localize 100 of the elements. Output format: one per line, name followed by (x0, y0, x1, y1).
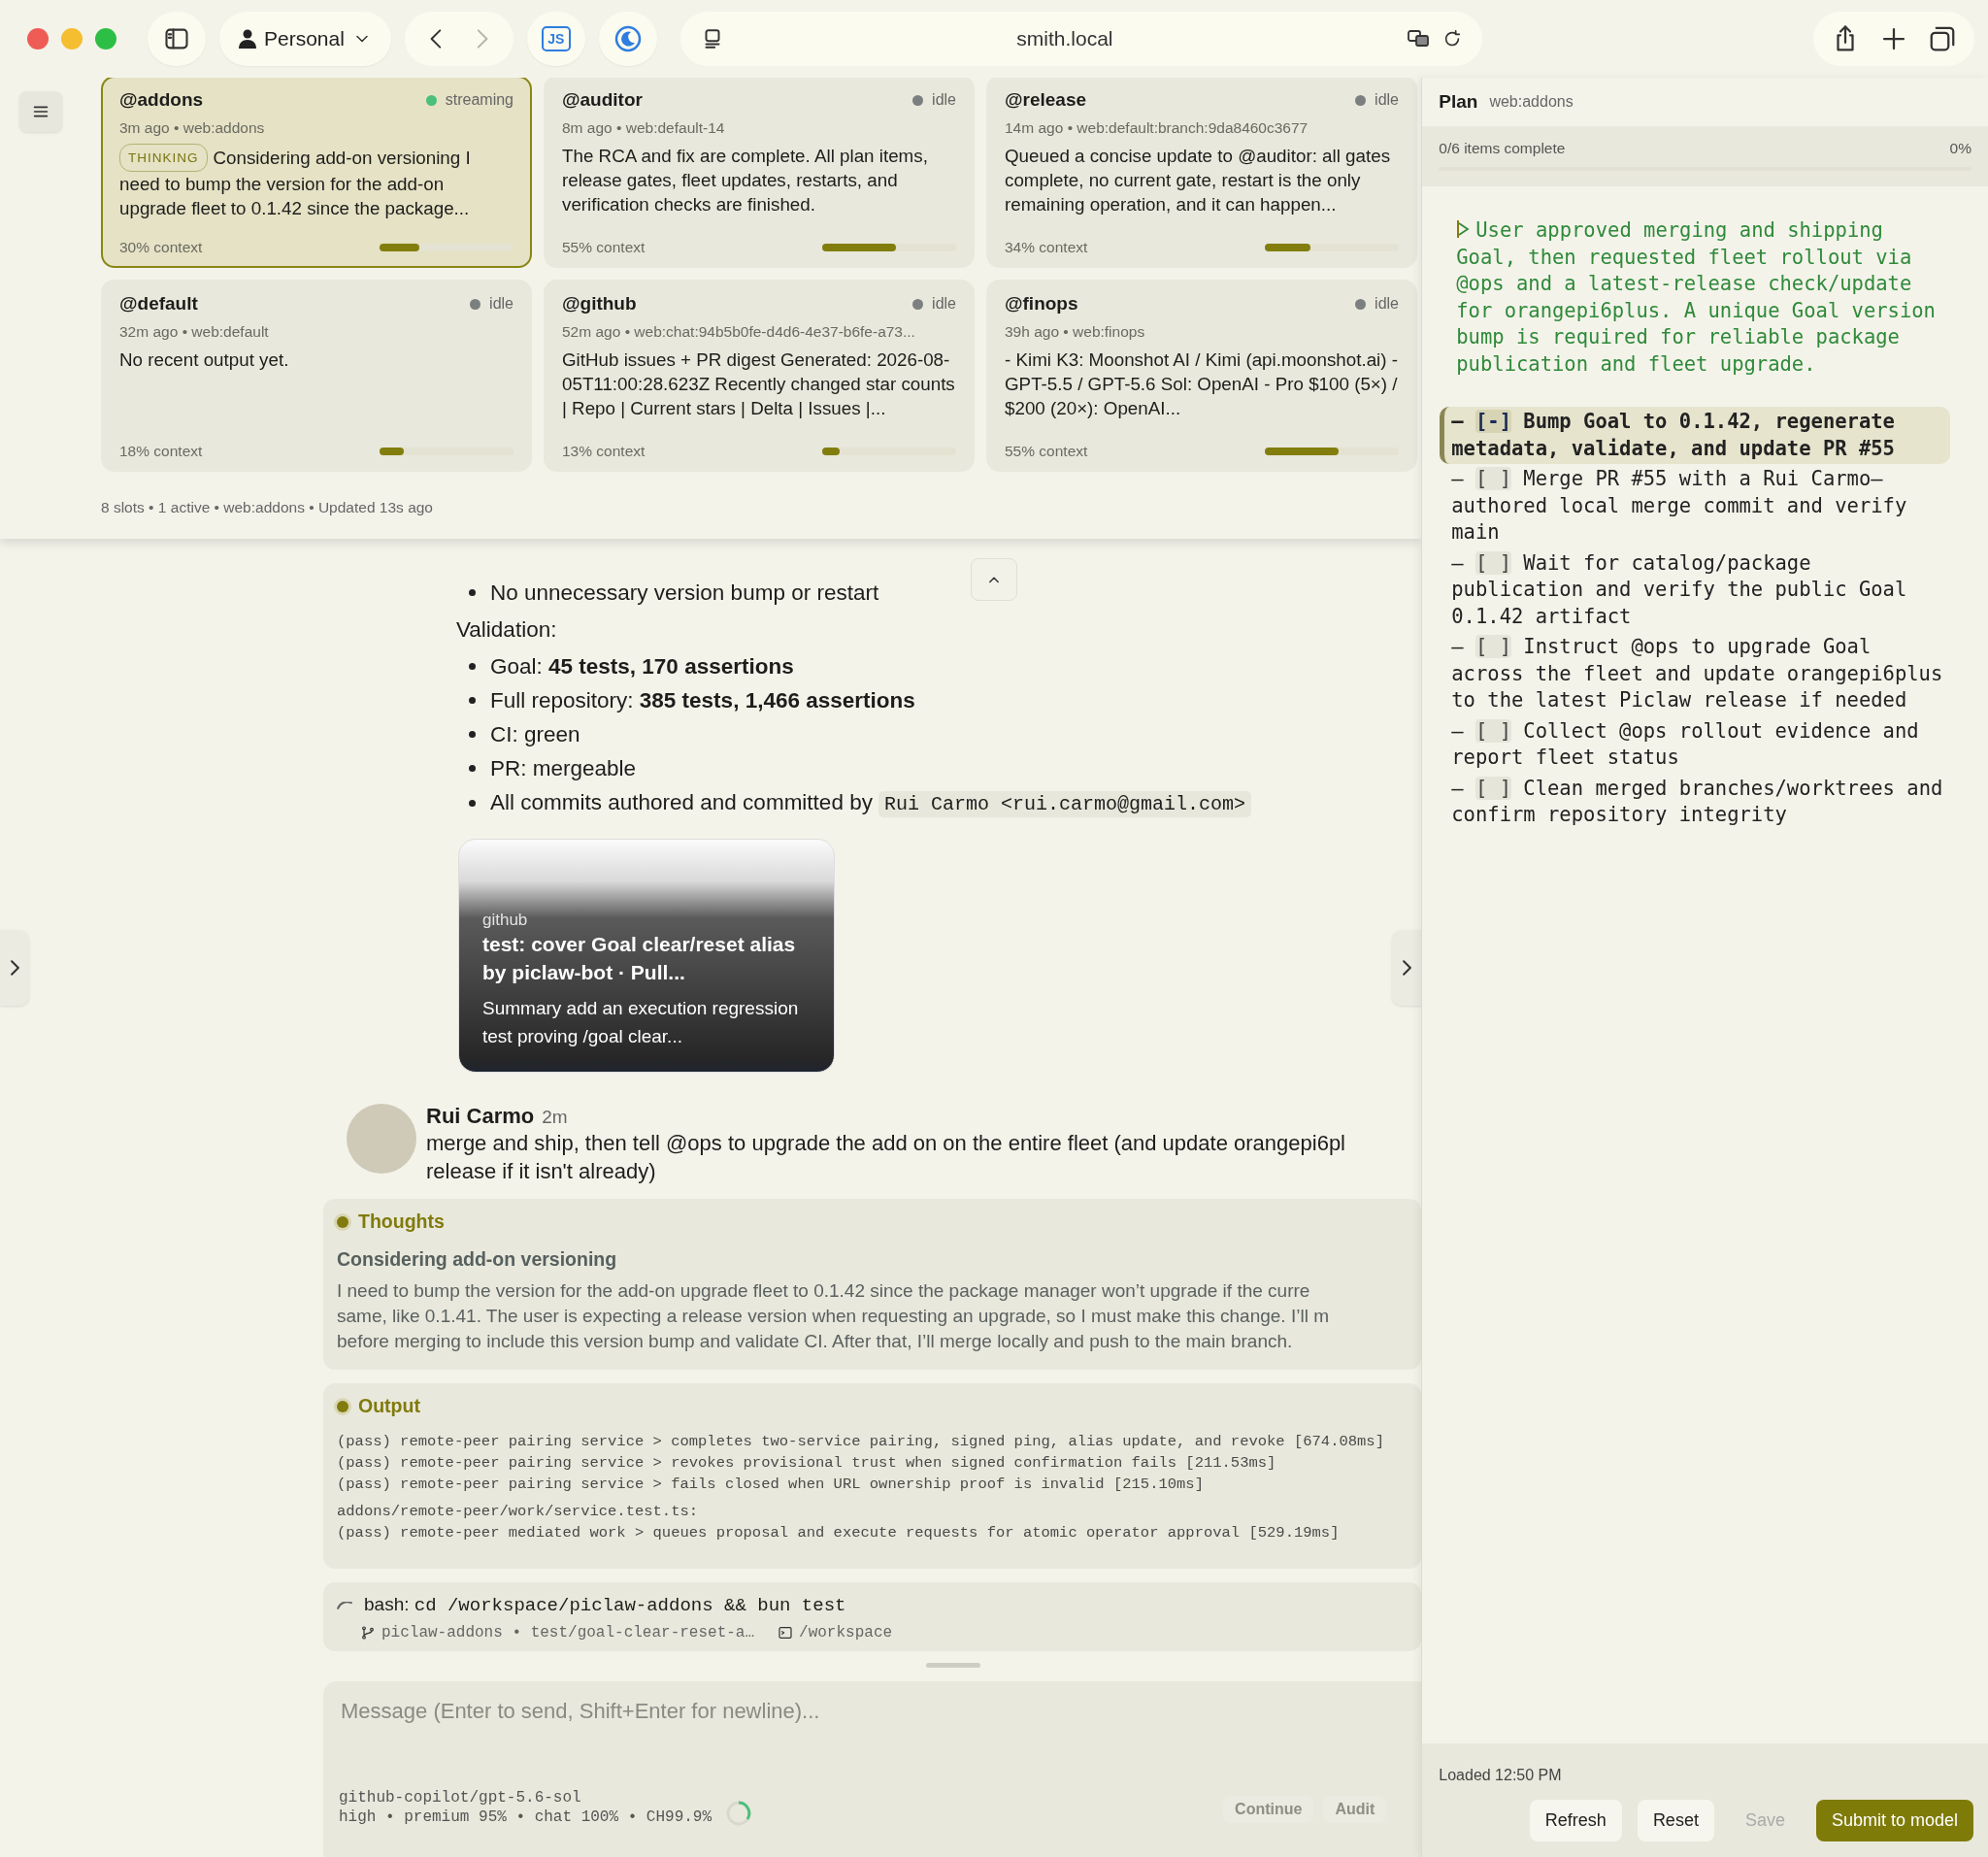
person-icon (239, 29, 256, 49)
terminal-icon (778, 1625, 794, 1641)
session-card[interactable]: @default idle 32m ago • web:default No recent output yet. 18% context (101, 280, 532, 472)
list-item: Goal: 45 tests, 170 assertions (469, 649, 794, 683)
cursor-caret-icon (1456, 218, 1471, 240)
chevron-right-icon (10, 960, 19, 976)
context-label: 13% context (562, 443, 646, 460)
session-summary: GitHub issues + PR digest Generated: 2026-08-05T11:00:28.623Z Recently changed star counts | Repo | Current stars | Delta | Issues |... (562, 348, 956, 420)
list-item: No unnecessary version bump or restart (469, 576, 879, 610)
message-text: release if it isn't already) (426, 1158, 657, 1185)
session-summary: - Kimi K3: Moonshot AI / Kimi (api.moonshot.ai) - GPT-5.5 / GPT-5.6 Sol: OpenAI - Pro $100 (5×) / $200 (20×): OpenAI... (1005, 348, 1399, 420)
list-item: CI: green (469, 717, 580, 751)
preview-summary: Summary add an execution regression test proving /goal clear... (482, 997, 800, 1048)
list-item: Full repository: 385 tests, 1,466 assertions (469, 683, 915, 717)
plan-item: – [-] Bump Goal to 0.1.42, regenerate metadata, validate, and update PR #55 (1440, 407, 1950, 464)
plan-action-button[interactable]: Submit to model (1815, 1800, 1973, 1841)
list-item: PR: mergeable (469, 751, 637, 785)
session-summary: No recent output yet. (119, 348, 290, 372)
session-card[interactable] (986, 78, 1417, 268)
usage-stats: high • premium 95% • chat 100% • CH99.9% (339, 1807, 712, 1827)
tabs-overview-button[interactable] (1928, 24, 1957, 53)
plan-action-button[interactable]: Refresh (1529, 1800, 1622, 1841)
thoughts-title: Considering add-on versioning (337, 1248, 618, 1271)
tabs-icon (1928, 24, 1957, 53)
maximize-window-icon[interactable] (95, 28, 116, 50)
session-meta: 3m ago • web:addons (119, 119, 266, 137)
moon-icon (613, 24, 643, 53)
thoughts-text: same, like 0.1.41. The user is expecting a release version when requesting an upgrade, so I must make this change. I’ll m (337, 1305, 1330, 1328)
working-directory: /workspace (799, 1624, 893, 1641)
thoughts-label[interactable]: Thoughts (358, 1210, 445, 1233)
plan-percent: 0% (1949, 140, 1971, 157)
session-name: @default (119, 293, 198, 315)
section-heading: Validation: (455, 616, 558, 644)
session-meta: 8m ago • web:default-14 (562, 119, 726, 137)
plan-title: Plan (1439, 91, 1478, 113)
message-time: 2m (542, 1107, 568, 1127)
context-label: 55% context (562, 239, 646, 256)
output-label[interactable]: Output (358, 1395, 420, 1417)
bullet-dot-icon (337, 1215, 348, 1228)
resize-handle[interactable] (925, 1663, 980, 1668)
list-item: All commits authored and committed by Rui Carmo <rui.carmo@gmail.com> (469, 785, 1251, 821)
session-name: @addons (119, 89, 204, 111)
status-label: streaming (445, 91, 514, 109)
session-meta: 39h ago • web:finops (1005, 323, 1146, 341)
tool-command: bash: cd /workspace/piclaw-addons && bun test (364, 1594, 846, 1616)
message-text: merge and ship, then tell @ops to upgrade the add on on the entire fleet (and update orangepi6pl (426, 1130, 1345, 1157)
status-label: idle (489, 295, 514, 313)
session-meta: 52m ago • web:chat:94b5b0fe-d4d6-4e37-b6fe-a73... (562, 323, 916, 341)
session-card[interactable] (544, 280, 975, 472)
session-card[interactable]: @addons streaming 3m ago • web:addons THINKING Considering add-on versioning I need to bump the version for the add-on upgrade fleet to 0.1.42 since the package... 30% context (101, 78, 532, 268)
output-line: (pass) remote-peer mediated work > queues proposal and execute requests for atomic operator approval [529.19ms] (337, 1523, 1341, 1543)
message-author: Rui Carmo (426, 1104, 535, 1128)
plan-item: – [ ] Wait for catalog/package publication and verify the public Goal 0.1.42 artifact (1450, 549, 1908, 630)
branch-icon (360, 1625, 376, 1641)
context-label: 34% context (1005, 239, 1088, 256)
status-label: idle (1375, 295, 1399, 313)
plan-item: – [ ] Clean merged branches/worktrees and confirm repository integrity (1450, 775, 1944, 828)
context-label: 30% context (119, 239, 203, 256)
address-text: smith.local (1015, 27, 1114, 50)
chevron-right-icon (1402, 960, 1411, 976)
session-card[interactable]: @auditor idle 8m ago • web:default-14 The RCA and fix are complete. All plan items, release gates, fleet updates, restarts, and verification checks are finished. 55% context (544, 78, 975, 268)
session-name: @auditor (562, 89, 643, 111)
thoughts-text: I need to bump the version for the add-on upgrade fleet to 0.1.42 since the package manager won’t upgrade if the curre (337, 1279, 1311, 1303)
menu-button[interactable] (19, 91, 62, 132)
minimize-window-icon[interactable] (61, 28, 83, 50)
output-line: (pass) remote-peer pairing service > revokes provisional trust when signed confirmation fails [211.53ms] (337, 1453, 1277, 1474)
status-label: idle (1375, 91, 1399, 109)
preview-title: test: cover Goal clear/reset alias by piclaw-bot · Pull... (482, 932, 797, 985)
address-bar[interactable]: smith.local (679, 12, 1482, 66)
plan-progress-label: 0/6 items complete (1439, 140, 1566, 157)
preview-source: github (482, 911, 529, 930)
profile-button[interactable]: Personal (219, 12, 391, 66)
plan-note: User approved merging and shipping Goal, then requested fleet rollout via @ops and a latest-release check/update for orangepi6plus. A unique Goal version bump is required for reliable package publication and fleet upgrade. (1455, 217, 1937, 378)
session-meta: 14m ago • web:default:branch:9da8460c3677 (1005, 119, 1309, 137)
plan-item: – [ ] Instruct @ops to upgrade Goal across the fleet and update orangepi6plus to the latest Piclaw release if needed (1450, 634, 1944, 713)
plan-action-button[interactable]: Reset (1637, 1800, 1714, 1841)
session-name: @finops (1005, 293, 1078, 315)
session-summary: Queued a concise update to @auditor: all gates complete, no current gate, restart is the only remaining operation, and it can happen... (1005, 145, 1392, 216)
session-meta: 32m ago • web:default (119, 323, 270, 341)
thoughts-text: before merging to include this version bump and validate CI. After that, I’ll merge locally and push to the main branch. (337, 1330, 1294, 1353)
link-preview-card[interactable]: github test: cover Goal clear/reset alias by piclaw-bot · Pull... Summary add an execution regression test proving /goal clear... (458, 839, 835, 1073)
loaded-time: Loaded 12:50 PM (1439, 1767, 1563, 1784)
plan-item: – [ ] Merge PR #55 with a Rui Carmo–authored local merge commit and verify main (1450, 466, 1908, 546)
plan-scope: web:addons (1489, 93, 1574, 111)
session-card[interactable]: @finops idle 39h ago • web:finops - Kimi K3: Moonshot AI / Kimi (api.moonshot.ai) - GPT-5.5 / GPT-5.6 Sol: OpenAI - Pro $100 (5×) / $200 (20×): OpenAI... 55% context (986, 280, 1417, 472)
bullet-dot-icon (337, 1400, 348, 1412)
output-line: addons/remote-peer/work/service.test.ts: (337, 1502, 700, 1522)
plan-item: – [ ] Collect @ops rollout evidence and report fleet status (1450, 717, 1920, 771)
status-label: idle (932, 295, 956, 313)
spinner-icon (337, 1601, 352, 1609)
output-line: (pass) remote-peer pairing service > fails closed when URL ownership proof is invalid [215.10ms] (337, 1475, 1205, 1495)
status-label: idle (932, 91, 956, 109)
close-window-icon[interactable] (27, 28, 49, 50)
js-extension-button[interactable]: JS (526, 12, 585, 66)
sessions-summary: 8 slots • 1 active • web:addons • Updated 13s ago (101, 499, 434, 516)
output-line: (pass) remote-peer pairing service > completes two-service pairing, signed ping, alias update, and revoke [674.08ms] (337, 1432, 1385, 1452)
spinner-icon (725, 1800, 753, 1827)
branch-label: piclaw-addons • test/goal-clear-reset-a… (381, 1624, 755, 1641)
context-label: 55% context (1005, 443, 1088, 460)
session-summary: THINKING Considering add-on versioning I need to bump the version for the add-on upgrade fleet to 0.1.42 since the package... (119, 144, 514, 239)
